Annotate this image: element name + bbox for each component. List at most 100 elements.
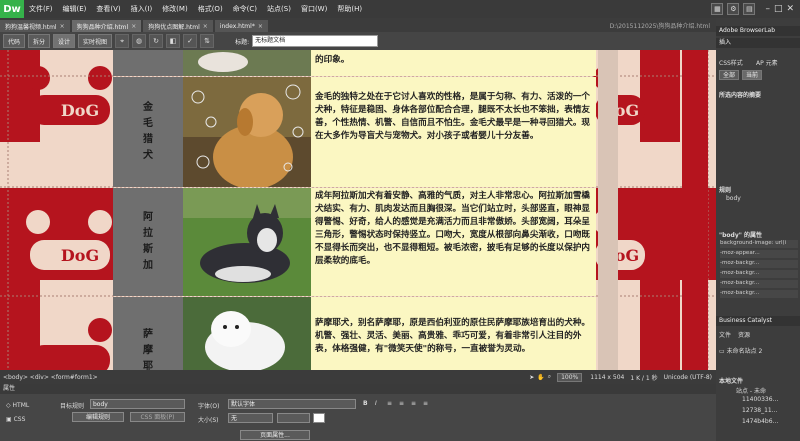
menu-view[interactable]: 查看(V) — [91, 4, 125, 14]
maximize-icon[interactable]: □ — [774, 4, 783, 14]
hand-icon[interactable]: ✋ — [537, 374, 544, 381]
file-path: D:\2015112025\狗狗品种介绍.html — [609, 23, 710, 30]
close-icon[interactable]: × — [60, 23, 65, 30]
files-tab[interactable]: 文件 — [719, 330, 731, 339]
property-row[interactable]: -moz-backgr... — [720, 260, 798, 268]
css-icon: ▣ — [6, 416, 14, 423]
zoom-select[interactable]: 100% — [557, 372, 583, 382]
align-left-icon[interactable]: ≡ — [387, 400, 392, 407]
breed-name: 金毛猎犬 — [143, 102, 153, 161]
tab-advantages[interactable]: 狗狗优点图解.html × — [143, 20, 213, 32]
dreamweaver-logo: Dw — [0, 0, 24, 18]
tab-breeds[interactable]: 狗狗品种介绍.html × — [71, 20, 142, 32]
menu-help[interactable]: 帮助(H) — [332, 4, 367, 14]
insert-panel-tab[interactable]: 插入 — [716, 38, 800, 48]
split-view-button[interactable]: 拆分 — [28, 34, 51, 48]
size-select[interactable]: 无 — [228, 413, 273, 423]
zoom-icon[interactable]: ⌕ — [548, 373, 551, 381]
refresh-icon[interactable]: ↻ — [149, 34, 164, 48]
justify-icon[interactable]: ≡ — [423, 400, 428, 407]
dog-photo-partial — [183, 50, 311, 76]
golden-retriever-image — [183, 77, 311, 187]
property-row[interactable]: -moz-backgr... — [720, 270, 798, 278]
breed-name: 阿拉斯加 — [143, 212, 153, 271]
rules-value[interactable]: body — [726, 195, 741, 202]
color-swatch[interactable] — [313, 413, 325, 423]
close-icon[interactable]: × — [203, 23, 208, 30]
document-tabs: 狗狗温馨视频.html × 狗狗品种介绍.html × 狗狗优点图解.html × i… — [0, 18, 716, 32]
css-mode-button[interactable]: ▣ CSS — [6, 416, 25, 423]
property-row[interactable]: -moz-backgr... — [720, 290, 798, 298]
code-view-button[interactable]: 代码 — [3, 34, 26, 48]
assets-tab[interactable]: 资源 — [738, 330, 750, 339]
italic-button[interactable]: I — [375, 400, 377, 407]
edit-rule-button[interactable]: 编辑规则 — [72, 412, 124, 422]
properties-title: "body" 的属性 — [719, 232, 762, 239]
menu-window[interactable]: 窗口(W) — [296, 4, 332, 14]
menu-modify[interactable]: 修改(M) — [157, 4, 193, 14]
property-row[interactable]: -moz-appear... — [720, 250, 798, 258]
tag-selector[interactable]: <body> <div> <form#form1> — [0, 374, 98, 381]
description-fragment: 的印象。 — [311, 50, 596, 76]
menu-format[interactable]: 格式(O) — [193, 4, 228, 14]
css-styles-tab[interactable]: CSS样式 — [719, 58, 743, 67]
globe-icon[interactable]: ◍ — [132, 34, 147, 48]
html-mode-button[interactable]: ◇ HTML — [6, 402, 29, 409]
current-mode-button[interactable]: 当前 — [742, 70, 763, 80]
target-rule-select[interactable]: body — [90, 399, 185, 409]
font-select[interactable]: 默认字体 — [228, 399, 356, 409]
file-manage-icon[interactable]: ⇅ — [200, 34, 215, 48]
all-mode-button[interactable]: 全部 — [719, 70, 740, 80]
page-properties-button[interactable]: 页面属性... — [240, 430, 310, 440]
samoyed-image — [183, 297, 311, 370]
dog-logo-text: DoG — [60, 245, 100, 265]
file-item[interactable]: 1474b4b6... — [742, 418, 778, 425]
bold-button[interactable]: B — [363, 400, 368, 407]
site-label: 未命名站点 2 — [726, 348, 763, 355]
close-icon[interactable]: ✕ — [786, 4, 794, 14]
design-canvas[interactable]: DoG DoG DoG DoG 的印象。 金毛猎犬 金毛的独特之处在于它讨人喜欢… — [0, 50, 716, 370]
samoyed-description: 萨摩耶犬，别名萨摩耶，原是西伯利亚的原住民萨摩耶族培育出的犬种。机警、强壮、灵活… — [311, 297, 596, 370]
font-label: 字体(O) — [198, 403, 220, 410]
breed-name: 萨摩耶 — [143, 329, 153, 370]
minimize-icon[interactable]: – — [765, 4, 770, 14]
close-icon[interactable]: × — [131, 23, 136, 30]
window-size[interactable]: 1114 x 504 — [590, 374, 624, 381]
tab-index[interactable]: index.html* × — [214, 20, 268, 32]
file-item[interactable]: 站点 - 未命 — [736, 386, 766, 395]
property-row[interactable]: background-image: url(i — [720, 240, 798, 248]
grid-icon[interactable]: ▤ — [743, 3, 756, 15]
menu-file[interactable]: 文件(F) — [24, 4, 58, 14]
menu-insert[interactable]: 插入(I) — [126, 4, 158, 14]
ap-elements-tab[interactable]: AP 元素 — [756, 58, 778, 67]
rules-label: 规则 — [719, 187, 732, 194]
tab-video[interactable]: 狗狗温馨视频.html × — [0, 20, 70, 32]
visual-aids-icon[interactable]: ◧ — [166, 34, 181, 48]
property-row[interactable]: -moz-backgr... — [720, 280, 798, 288]
file-item[interactable]: 11400336... — [742, 396, 778, 403]
title-input[interactable]: 无标题文档 — [252, 35, 379, 47]
pointer-icon[interactable]: ➤ — [529, 374, 534, 381]
file-item[interactable]: 12738_11... — [742, 407, 777, 414]
business-catalyst-tab[interactable]: Business Catalyst — [716, 316, 800, 326]
html-label: HTML — [12, 402, 30, 409]
design-view-button[interactable]: 设计 — [53, 34, 76, 48]
layout-icon[interactable]: ▦ — [711, 3, 724, 15]
live-view-button[interactable]: 实时视图 — [78, 34, 113, 48]
site-select[interactable]: ▭ 未命名站点 2 — [719, 346, 762, 355]
close-icon[interactable]: × — [258, 23, 263, 30]
browserlab-title[interactable]: Adobe BrowserLab — [716, 26, 800, 36]
menu-commands[interactable]: 命令(C) — [228, 4, 262, 14]
menu-edit[interactable]: 编辑(E) — [58, 4, 92, 14]
check-page-icon[interactable]: ✓ — [183, 34, 198, 48]
align-right-icon[interactable]: ≡ — [411, 400, 416, 407]
size-unit-select[interactable] — [277, 413, 310, 423]
css-panel-button[interactable]: CSS 面板(P) — [130, 412, 185, 422]
gear-icon[interactable]: ⚙ — [727, 3, 740, 15]
css-label: CSS — [13, 416, 26, 423]
align-center-icon[interactable]: ≡ — [399, 400, 404, 407]
menu-site[interactable]: 站点(S) — [262, 4, 296, 14]
right-tile-strip — [598, 50, 618, 370]
inspect-icon[interactable]: ⌖ — [115, 34, 130, 48]
local-files-label: 本地文件 — [719, 378, 744, 385]
